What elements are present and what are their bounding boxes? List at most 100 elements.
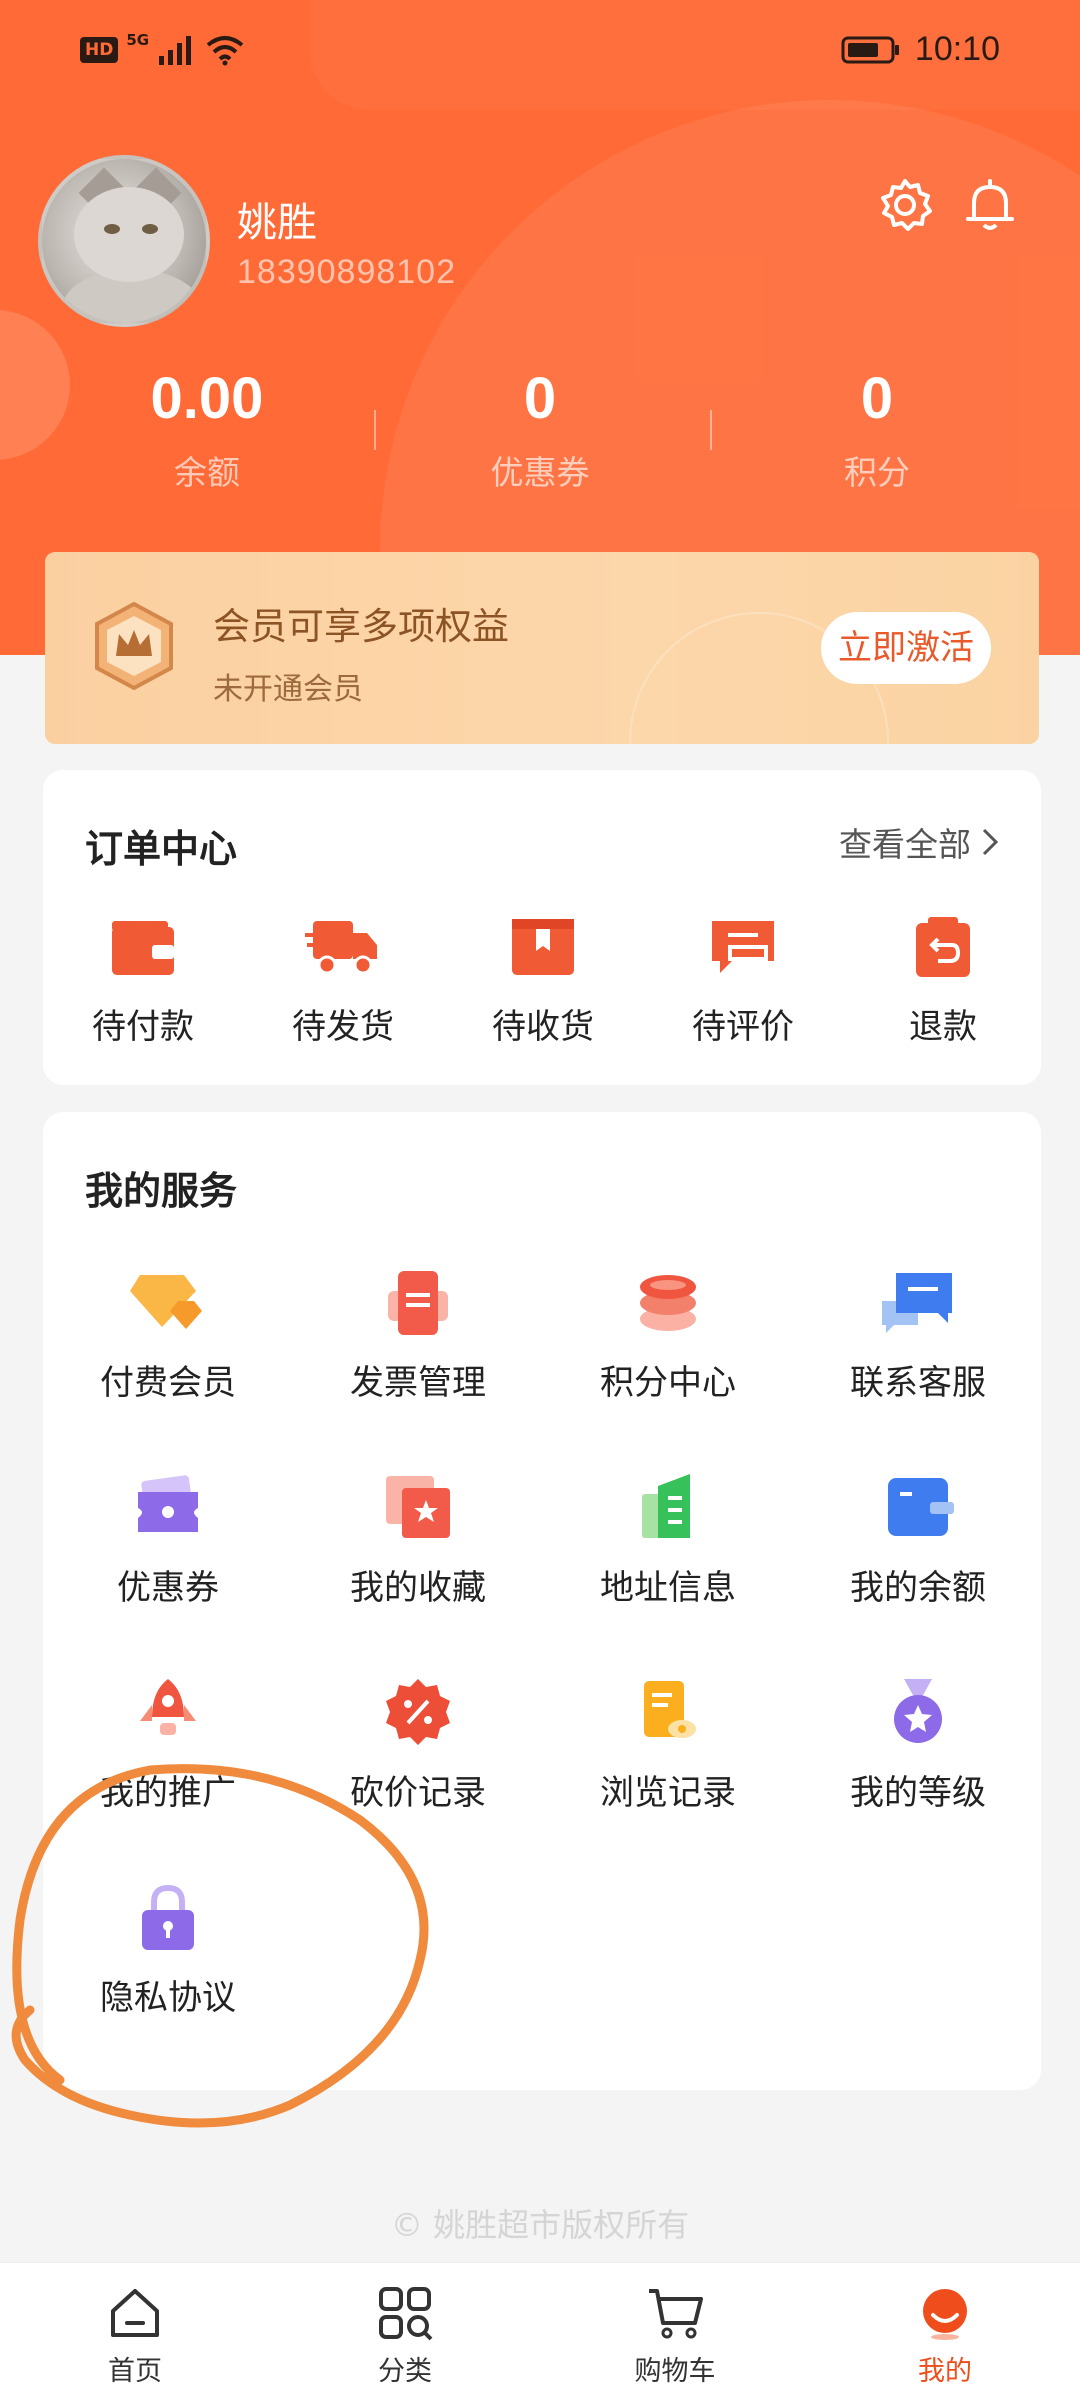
order-pending-payment[interactable]: 待付款 <box>43 915 243 1048</box>
divider <box>710 410 712 450</box>
coins-icon <box>640 1275 696 1331</box>
chevron-right-icon <box>982 828 999 856</box>
tab-home[interactable]: 首页 <box>0 2285 270 2388</box>
order-label: 待付款 <box>92 1007 194 1047</box>
phone-number: 18390898102 <box>237 253 457 291</box>
service-label: 地址信息 <box>600 1568 736 1608</box>
order-center-title: 订单中心 <box>85 827 238 871</box>
service-address[interactable]: 地址信息 <box>543 1472 793 1609</box>
view-all-label: 查看全部 <box>839 825 971 864</box>
wallet-card-icon <box>888 1478 954 1536</box>
network-type: 5G <box>126 31 150 49</box>
profile-icon <box>923 2289 967 2340</box>
service-label: 优惠券 <box>117 1568 219 1608</box>
truck-icon <box>305 921 377 975</box>
service-privacy-policy[interactable]: 隐私协议 <box>43 1882 293 2019</box>
diamond-icon <box>130 1275 202 1329</box>
signal-icon <box>159 36 192 65</box>
service-browse-history[interactable]: 浏览记录 <box>543 1677 793 1814</box>
service-label: 我的等级 <box>850 1773 986 1813</box>
service-paid-membership[interactable]: 付费会员 <box>43 1267 293 1404</box>
battery-icon <box>841 36 899 63</box>
service-my-level[interactable]: 我的等级 <box>793 1677 1043 1814</box>
tab-label: 首页 <box>108 2356 162 2387</box>
activate-button[interactable]: 立即激活 <box>821 612 991 684</box>
category-icon <box>379 2287 433 2341</box>
lock-icon <box>142 1884 194 1950</box>
order-label: 待收货 <box>492 1007 594 1047</box>
service-label: 发票管理 <box>350 1363 486 1403</box>
divider <box>374 410 376 450</box>
favorites-icon <box>386 1476 450 1538</box>
tab-label: 购物车 <box>634 2356 716 2387</box>
refund-icon <box>916 917 970 977</box>
address-book-icon <box>642 1474 690 1538</box>
stat-balance[interactable]: 0.00 余额 <box>67 365 347 494</box>
view-all-orders-link[interactable]: 查看全部 <box>839 818 999 866</box>
medal-icon <box>894 1679 942 1743</box>
notification-bell-icon[interactable] <box>960 175 1020 235</box>
stat-label: 优惠券 <box>490 453 590 492</box>
service-label: 我的余额 <box>850 1568 986 1608</box>
tab-profile[interactable]: 我的 <box>810 2285 1080 2388</box>
membership-title: 会员可享多项权益 <box>213 605 509 648</box>
service-label: 联系客服 <box>850 1363 986 1403</box>
service-balance[interactable]: 我的余额 <box>793 1472 1043 1609</box>
order-pending-receipt[interactable]: 待收货 <box>443 915 643 1048</box>
service-label: 积分中心 <box>600 1363 736 1403</box>
membership-status: 未开通会员 <box>213 672 363 707</box>
service-promotion[interactable]: 我的推广 <box>43 1677 293 1814</box>
service-label: 隐私协议 <box>100 1978 236 2018</box>
rocket-icon <box>140 1679 196 1735</box>
service-coupons[interactable]: 优惠券 <box>43 1472 293 1609</box>
chat-icon <box>882 1273 952 1333</box>
service-label: 浏览记录 <box>600 1773 736 1813</box>
service-customer-support[interactable]: 联系客服 <box>793 1267 1043 1404</box>
tab-cart[interactable]: 购物车 <box>540 2285 810 2388</box>
service-favorites[interactable]: 我的收藏 <box>293 1472 543 1609</box>
order-pending-shipment[interactable]: 待发货 <box>243 915 443 1048</box>
wallet-icon <box>112 921 174 975</box>
order-label: 待评价 <box>692 1007 794 1047</box>
home-icon <box>111 2289 159 2337</box>
coupon-icon <box>138 1475 198 1532</box>
settings-gear-icon[interactable] <box>875 175 935 235</box>
my-services-card: 我的服务 付费会员 发票管理 积分中心 联系客服 优惠券 我的收藏 地址信息 我… <box>43 1112 1041 2090</box>
my-services-title: 我的服务 <box>85 1169 238 1213</box>
username: 姚胜 <box>237 200 317 246</box>
service-label: 付费会员 <box>100 1363 236 1403</box>
clock: 10:10 <box>914 30 1000 68</box>
service-label: 砍价记录 <box>350 1773 486 1813</box>
service-invoice[interactable]: 发票管理 <box>293 1267 543 1404</box>
service-points-center[interactable]: 积分中心 <box>543 1267 793 1404</box>
status-bar: HD 5G 10:10 <box>0 0 1080 110</box>
order-label: 待发货 <box>292 1007 394 1047</box>
stat-label: 积分 <box>844 453 910 492</box>
avatar[interactable] <box>38 155 210 327</box>
wifi-icon <box>206 36 244 66</box>
stat-points[interactable]: 0 积分 <box>737 365 1017 494</box>
service-bargain-records[interactable]: 砍价记录 <box>293 1677 543 1814</box>
service-label: 我的推广 <box>100 1773 236 1813</box>
order-label: 退款 <box>909 1007 977 1047</box>
discount-icon <box>386 1679 450 1745</box>
hd-indicator: HD <box>80 37 119 63</box>
bottom-tab-bar: 首页 分类 购物车 我的 <box>0 2262 1080 2400</box>
stat-value: 0.00 <box>150 366 264 431</box>
stat-coupons[interactable]: 0 优惠券 <box>400 365 680 494</box>
service-label: 我的收藏 <box>350 1568 486 1608</box>
comment-icon <box>712 921 774 973</box>
membership-banner[interactable]: 会员可享多项权益 未开通会员 立即激活 <box>45 552 1039 744</box>
stat-label: 余额 <box>174 453 240 492</box>
order-refund[interactable]: 退款 <box>843 915 1043 1048</box>
cart-icon <box>649 2289 703 2339</box>
tab-category[interactable]: 分类 <box>270 2285 540 2388</box>
order-pending-review[interactable]: 待评价 <box>643 915 843 1048</box>
stat-value: 0 <box>860 366 894 431</box>
stat-value: 0 <box>523 366 557 431</box>
package-icon <box>512 919 574 975</box>
crown-badge-icon <box>95 601 173 691</box>
order-center-card: 订单中心 查看全部 待付款 待发货 待收货 待评价 退款 <box>43 770 1041 1085</box>
account-stats: 0.00 余额 0 优惠券 0 积分 <box>0 365 1080 505</box>
copyright-footer: © 姚胜超市版权所有 <box>390 2206 690 2244</box>
